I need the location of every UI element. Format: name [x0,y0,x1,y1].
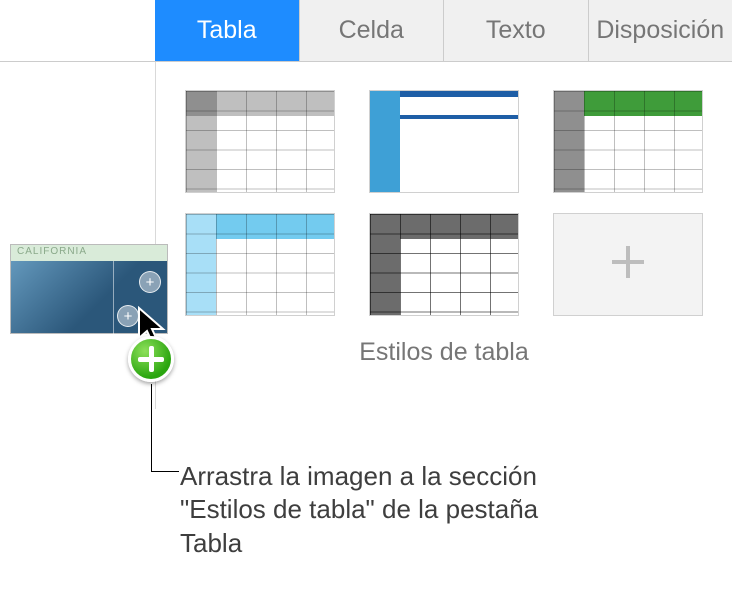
table-style-dark-dashed[interactable] [369,213,519,316]
add-table-style-button[interactable] [553,213,703,316]
tab-tabla[interactable]: Tabla [155,0,300,61]
thumb-add-icon: + [139,271,161,293]
table-styles-panel: Estilos de tabla [155,62,732,409]
tab-disposicion[interactable]: Disposición [589,0,732,61]
callout-text: Arrastra la imagen a la sección "Estilos… [180,460,560,560]
table-style-blue-header[interactable] [185,213,335,316]
table-style-green-header[interactable] [553,90,703,193]
table-style-blue-lines[interactable] [369,90,519,193]
drag-add-badge-icon [128,336,174,382]
plus-icon [604,238,652,291]
table-styles-grid [186,90,702,316]
table-style-gray[interactable] [185,90,335,193]
blank-top-left [0,0,155,62]
inspector-tabs: Tabla Celda Texto Disposición [155,0,732,62]
tab-celda[interactable]: Celda [300,0,445,61]
table-styles-label: Estilos de tabla [186,338,702,367]
callout-leader-line [151,384,152,472]
tab-texto[interactable]: Texto [444,0,589,61]
drag-thumb-title: CALIFORNIA [17,246,87,257]
